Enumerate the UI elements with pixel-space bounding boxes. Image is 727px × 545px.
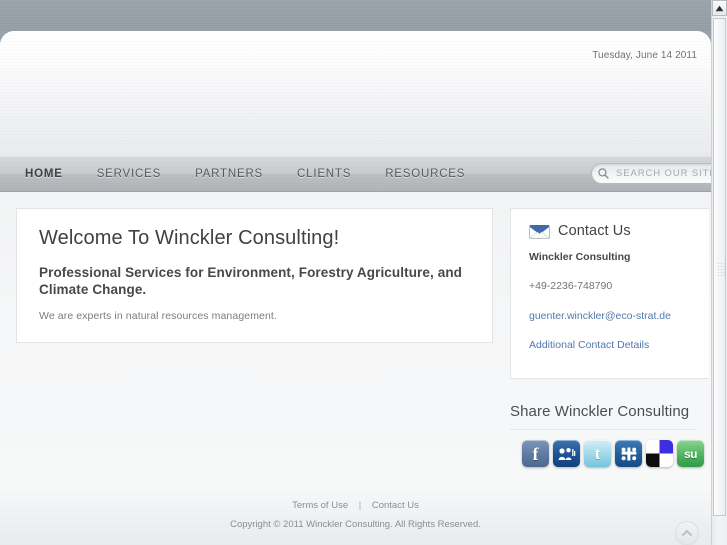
up-arrow-glyph <box>715 5 724 11</box>
delicious-share-icon[interactable] <box>646 440 673 467</box>
site-footer: Terms of Use | Contact Us Copyright © 20… <box>0 488 711 545</box>
scrollbar-thumb[interactable] <box>713 18 726 516</box>
share-icon-list: f t su <box>510 440 709 467</box>
stumbleupon-share-icon[interactable]: su <box>677 440 704 467</box>
scroll-up-arrow-icon[interactable] <box>712 0 727 16</box>
vertical-scrollbar[interactable] <box>711 0 727 545</box>
search-input[interactable] <box>614 167 711 180</box>
contact-phone: +49-2236-748790 <box>529 280 613 292</box>
site-shell: Tuesday, June 14 2011 HOME SERVICES PART… <box>0 31 711 545</box>
contact-title: Contact Us <box>558 223 631 239</box>
contact-panel: Contact Us Winckler Consulting +49-2236-… <box>510 208 709 379</box>
browser-viewport: Tuesday, June 14 2011 HOME SERVICES PART… <box>0 0 727 545</box>
additional-contact-details-link[interactable]: Additional Contact Details <box>529 339 691 351</box>
delicious-squares-glyph <box>646 440 673 467</box>
page-intro-text: We are experts in natural resources mana… <box>39 310 277 322</box>
envelope-icon <box>529 224 550 239</box>
footer-terms-link[interactable]: Terms of Use <box>292 500 348 511</box>
scroll-to-top-button[interactable] <box>675 521 699 545</box>
nav-item-clients[interactable]: CLIENTS <box>280 157 368 191</box>
footer-separator: | <box>358 500 362 511</box>
contact-header: Contact Us <box>529 223 691 239</box>
main-navigation: HOME SERVICES PARTNERS CLIENTS RESOURCES <box>0 156 711 192</box>
nav-item-home[interactable]: HOME <box>8 157 80 191</box>
nav-item-resources[interactable]: RESOURCES <box>368 157 482 191</box>
facebook-share-icon[interactable]: f <box>522 440 549 467</box>
nav-item-services[interactable]: SERVICES <box>80 157 178 191</box>
share-divider <box>510 429 695 430</box>
current-date: Tuesday, June 14 2011 <box>592 50 697 61</box>
content-area: Welcome To Winckler Consulting! Professi… <box>0 192 711 488</box>
footer-copyright: Copyright © 2011 Winckler Consulting. Al… <box>230 519 481 530</box>
search-container <box>591 163 711 184</box>
contact-email-link[interactable]: guenter.winckler@eco-strat.de <box>529 310 691 322</box>
myspace-share-icon[interactable] <box>553 440 580 467</box>
share-title: Share Winckler Consulting <box>510 403 690 420</box>
footer-contact-link[interactable]: Contact Us <box>372 500 419 511</box>
digg-share-icon[interactable] <box>615 440 642 467</box>
welcome-card: Welcome To Winckler Consulting! Professi… <box>16 208 493 343</box>
twitter-share-icon[interactable]: t <box>584 440 611 467</box>
sidebar: Contact Us Winckler Consulting +49-2236-… <box>510 208 709 467</box>
contact-company: Winckler Consulting <box>529 251 631 263</box>
page-subtitle: Professional Services for Environment, F… <box>39 265 463 297</box>
search-icon <box>598 168 609 179</box>
site-header: Tuesday, June 14 2011 <box>0 31 711 156</box>
myspace-people-glyph <box>558 447 575 460</box>
nav-item-partners[interactable]: PARTNERS <box>178 157 280 191</box>
page-background-band <box>0 0 711 31</box>
web-page: Tuesday, June 14 2011 HOME SERVICES PART… <box>0 0 711 545</box>
digg-glyph <box>621 447 636 460</box>
chevron-up-icon <box>681 529 693 536</box>
scrollbar-grip <box>717 262 725 276</box>
page-title: Welcome To Winckler Consulting! <box>39 227 340 249</box>
search-box[interactable] <box>591 163 711 184</box>
footer-links: Terms of Use | Contact Us <box>0 500 711 511</box>
